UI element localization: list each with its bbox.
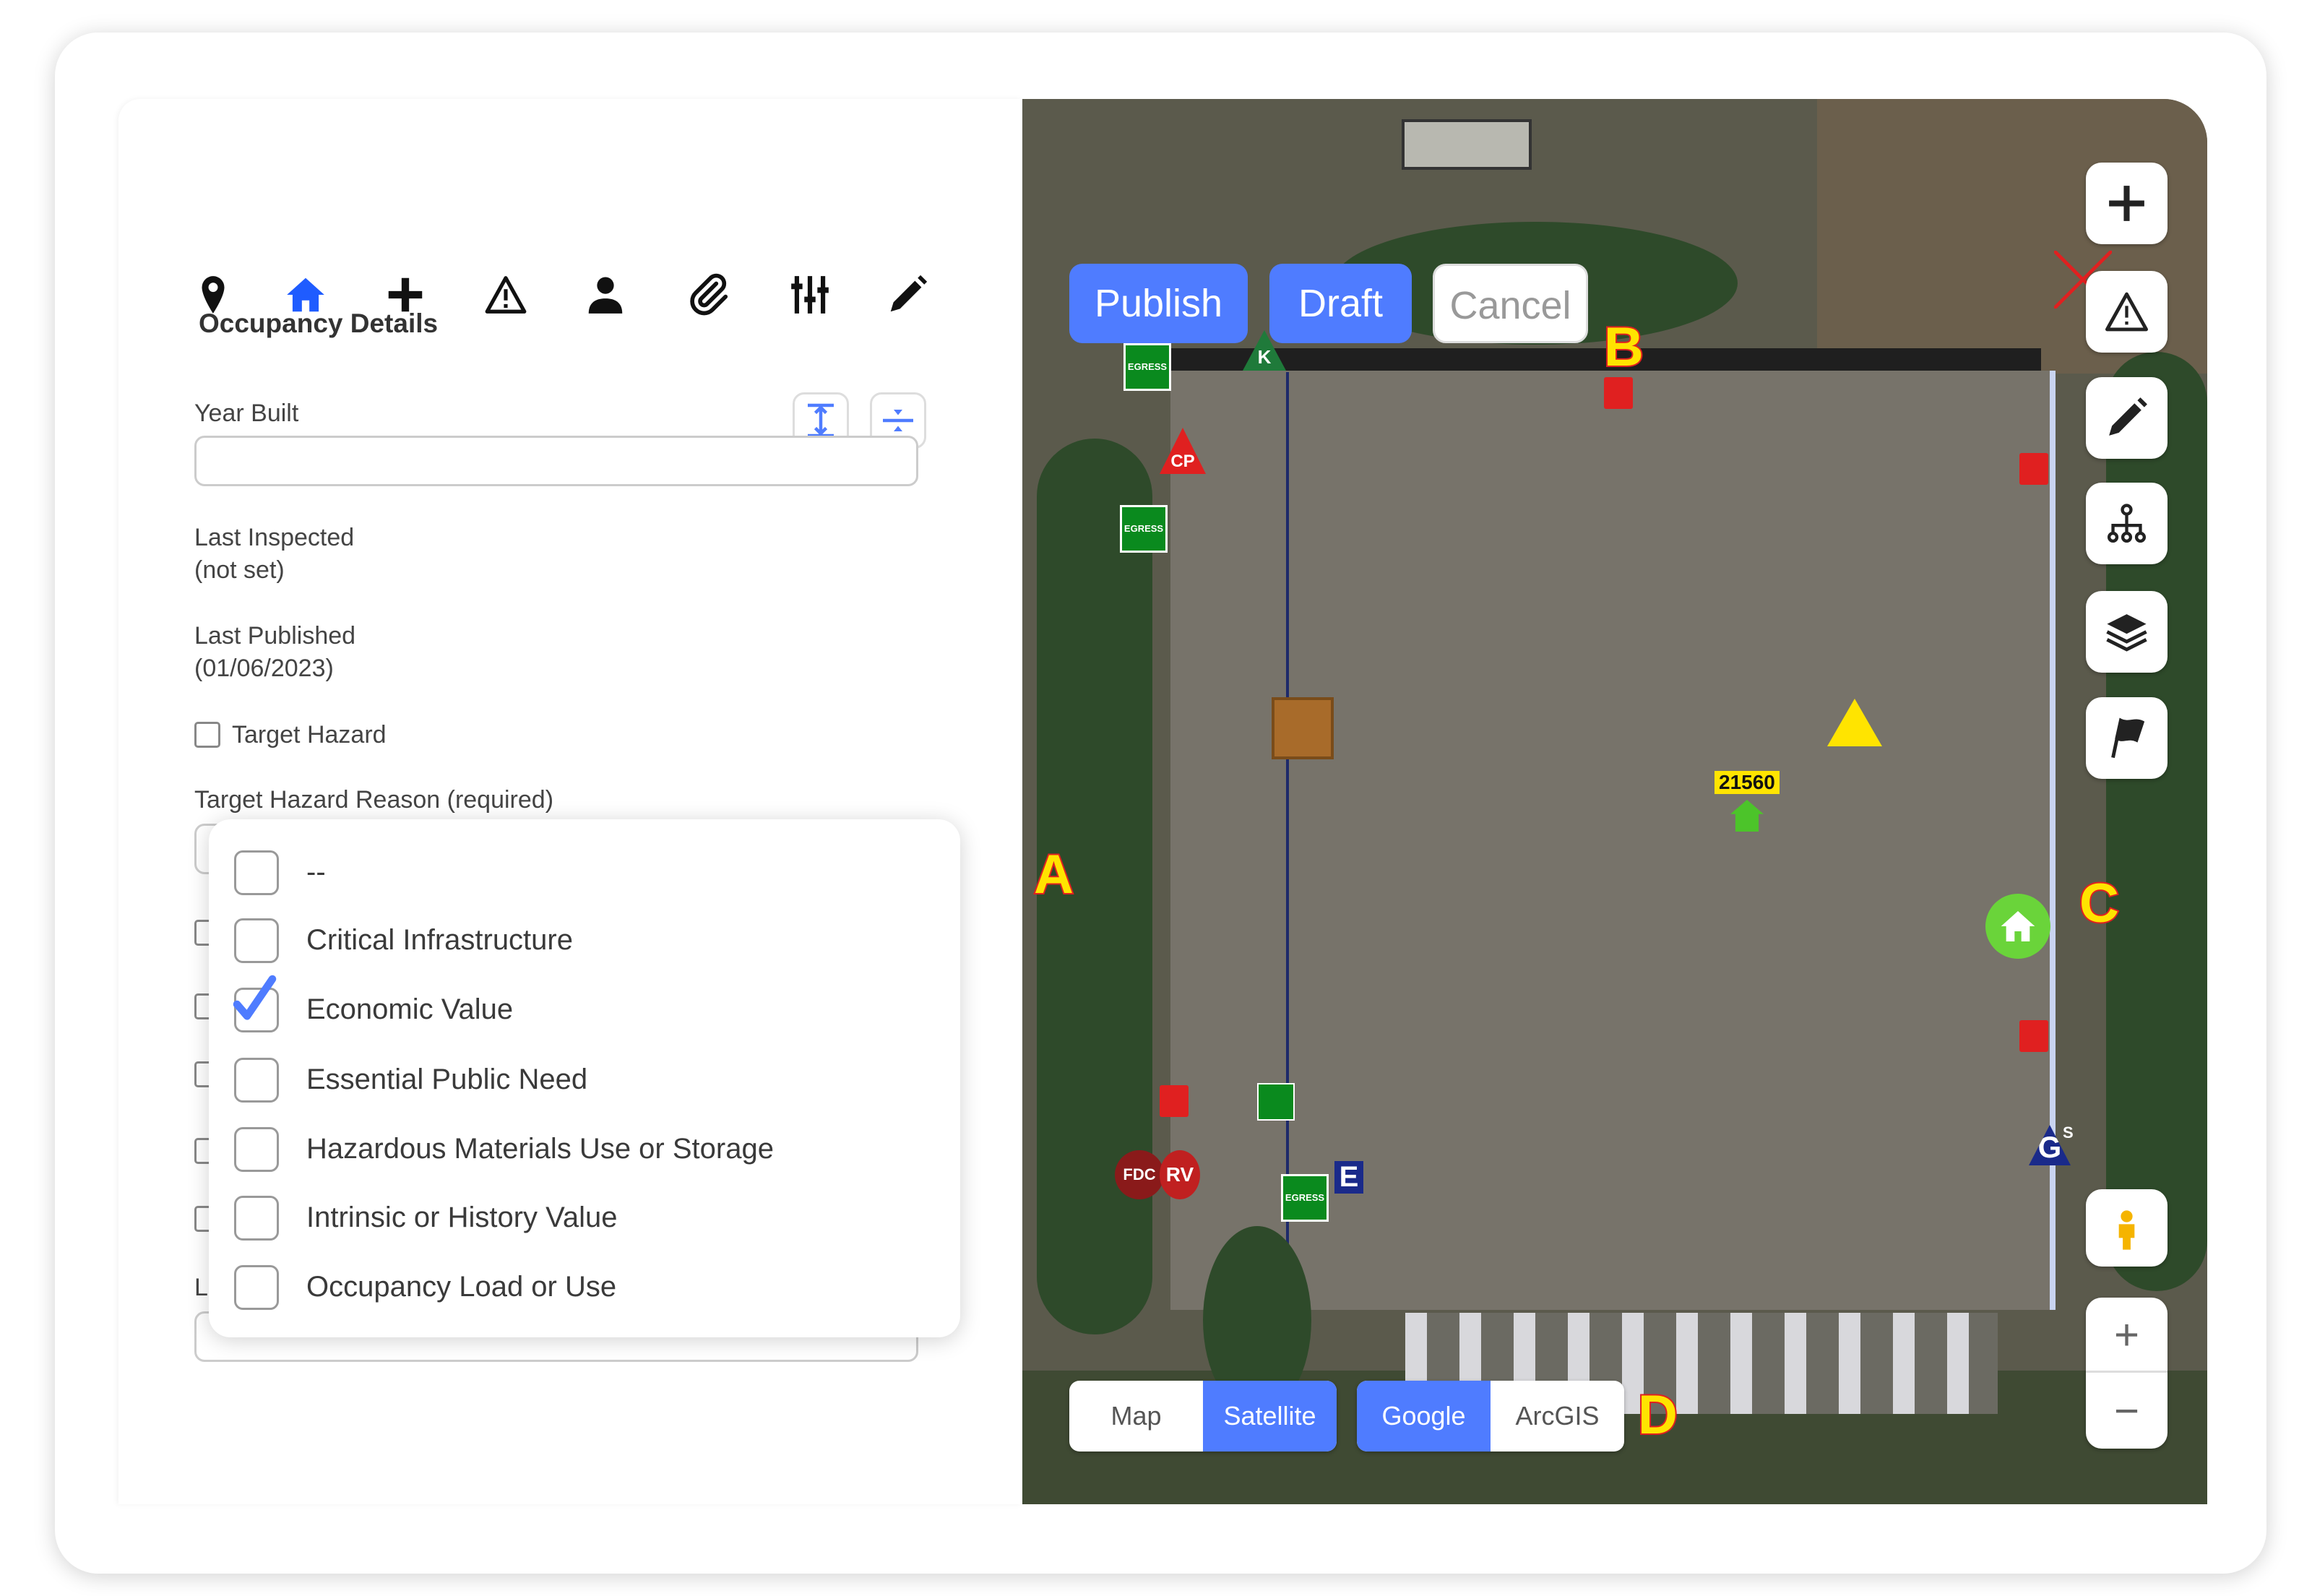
option-label: Critical Infrastructure <box>306 920 573 960</box>
roof-line <box>1286 372 1289 1310</box>
s-marker: S <box>2063 1123 2074 1142</box>
sliders-icon[interactable] <box>788 272 832 317</box>
fire-extinguisher-icon[interactable] <box>1160 1085 1189 1117</box>
side-b-label: B <box>1604 316 1644 379</box>
egress-marker[interactable]: EGRESS <box>1281 1174 1329 1222</box>
provider-google[interactable]: Google <box>1357 1381 1491 1452</box>
hierarchy-icon <box>2103 500 2150 547</box>
warning-icon <box>2103 288 2150 335</box>
zoom-control: + − <box>2086 1298 2168 1449</box>
fdc-marker[interactable]: FDC <box>1115 1150 1164 1199</box>
option-label: Economic Value <box>306 989 513 1030</box>
fire-extinguisher-icon[interactable] <box>2019 453 2048 485</box>
dropdown-option[interactable]: Critical Infrastructure <box>209 908 960 973</box>
last-inspected-label: Last Inspected <box>194 521 354 554</box>
shed <box>1402 119 1532 170</box>
cp-marker-label: CP <box>1160 452 1206 472</box>
option-checkbox[interactable] <box>234 988 279 1032</box>
plus-icon <box>2103 180 2150 227</box>
fire-extinguisher-icon[interactable] <box>2019 1020 2048 1052</box>
pegman-icon <box>2103 1207 2150 1254</box>
egress-marker[interactable]: EGRESS <box>1120 505 1168 553</box>
option-checkbox[interactable] <box>234 1265 279 1310</box>
address-label: 21560 <box>1714 771 1780 794</box>
dropdown-option[interactable]: -- <box>209 840 960 905</box>
dropdown-option[interactable]: Essential Public Need <box>209 1048 960 1113</box>
draft-button[interactable]: Draft <box>1269 264 1412 343</box>
warning-icon[interactable] <box>483 272 528 317</box>
option-label: Occupancy Load or Use <box>306 1267 616 1307</box>
last-published-value: (01/06/2023) <box>194 652 334 685</box>
last-inspected-value: (not set) <box>194 553 285 587</box>
side-c-label: C <box>2079 872 2119 935</box>
cancel-button[interactable]: Cancel <box>1433 264 1588 343</box>
checkmark-icon <box>232 974 282 1025</box>
pencil-icon[interactable] <box>885 272 930 317</box>
rv-marker[interactable]: RV <box>1160 1150 1200 1199</box>
zoom-in-button[interactable]: + <box>2086 1298 2168 1373</box>
person-icon[interactable] <box>583 272 628 317</box>
paperclip-icon[interactable] <box>686 272 731 317</box>
k-marker-label: K <box>1254 346 1275 368</box>
dropdown-option[interactable]: Occupancy Load or Use <box>209 1255 960 1320</box>
target-hazard-reason-dropdown: -- Critical Infrastructure Economic Valu… <box>209 819 960 1337</box>
layers-button[interactable] <box>2086 591 2168 673</box>
zoom-out-button[interactable]: − <box>2086 1373 2168 1449</box>
edit-button[interactable] <box>2086 377 2168 459</box>
side-d-label: D <box>1638 1384 1678 1446</box>
option-label: Essential Public Need <box>306 1059 587 1100</box>
satellite-map[interactable]: EGRESS EGRESS EGRESS K CP FDC RV E G S 2… <box>1022 99 2207 1504</box>
hidden-field-label: L <box>194 1271 208 1304</box>
map-provider-toggle: Google ArcGIS <box>1357 1381 1624 1452</box>
knox-box-icon[interactable] <box>1272 697 1334 759</box>
occupancy-home-icon[interactable] <box>1985 894 2050 959</box>
option-label: -- <box>306 852 326 892</box>
target-hazard-label: Target Hazard <box>232 718 387 751</box>
map-type-map[interactable]: Map <box>1069 1381 1203 1452</box>
dropdown-option[interactable]: Hazardous Materials Use or Storage <box>209 1117 960 1182</box>
year-built-label: Year Built <box>194 397 298 430</box>
target-hazard-checkbox[interactable] <box>194 722 220 748</box>
side-a-label: A <box>1034 843 1074 906</box>
map-type-toggle: Map Satellite <box>1069 1381 1337 1452</box>
year-built-input[interactable] <box>194 436 918 486</box>
option-checkbox[interactable] <box>234 1196 279 1241</box>
stairs-icon[interactable] <box>1257 1083 1295 1121</box>
option-label: Hazardous Materials Use or Storage <box>306 1129 774 1169</box>
add-button[interactable] <box>2086 163 2168 244</box>
dropdown-option[interactable]: Economic Value <box>209 978 960 1043</box>
target-hazard-reason-label: Target Hazard Reason (required) <box>194 783 553 816</box>
hazard-warning-icon[interactable] <box>1827 699 1882 746</box>
building-roof <box>1170 371 2056 1310</box>
last-published-label: Last Published <box>194 619 355 652</box>
option-checkbox[interactable] <box>234 918 279 963</box>
option-label: Intrinsic or History Value <box>306 1197 618 1238</box>
pencil-icon <box>2103 394 2150 441</box>
option-checkbox[interactable] <box>234 850 279 895</box>
dropdown-option[interactable]: Intrinsic or History Value <box>209 1186 960 1251</box>
option-checkbox[interactable] <box>234 1127 279 1172</box>
fire-extinguisher-icon[interactable] <box>1604 377 1633 409</box>
publish-button[interactable]: Publish <box>1069 264 1248 343</box>
section-title: Occupancy Details <box>199 309 438 339</box>
hierarchy-button[interactable] <box>2086 483 2168 564</box>
option-checkbox[interactable] <box>234 1058 279 1103</box>
flag-button[interactable] <box>2086 697 2168 779</box>
layers-icon <box>2103 608 2150 655</box>
hazard-button[interactable] <box>2086 271 2168 353</box>
e-marker[interactable]: E <box>1334 1161 1363 1194</box>
street-view-pegman[interactable] <box>2086 1189 2168 1267</box>
egress-marker[interactable]: EGRESS <box>1123 343 1171 391</box>
map-type-satellite[interactable]: Satellite <box>1203 1381 1337 1452</box>
flag-icon <box>2103 715 2150 762</box>
provider-arcgis[interactable]: ArcGIS <box>1491 1381 1624 1452</box>
